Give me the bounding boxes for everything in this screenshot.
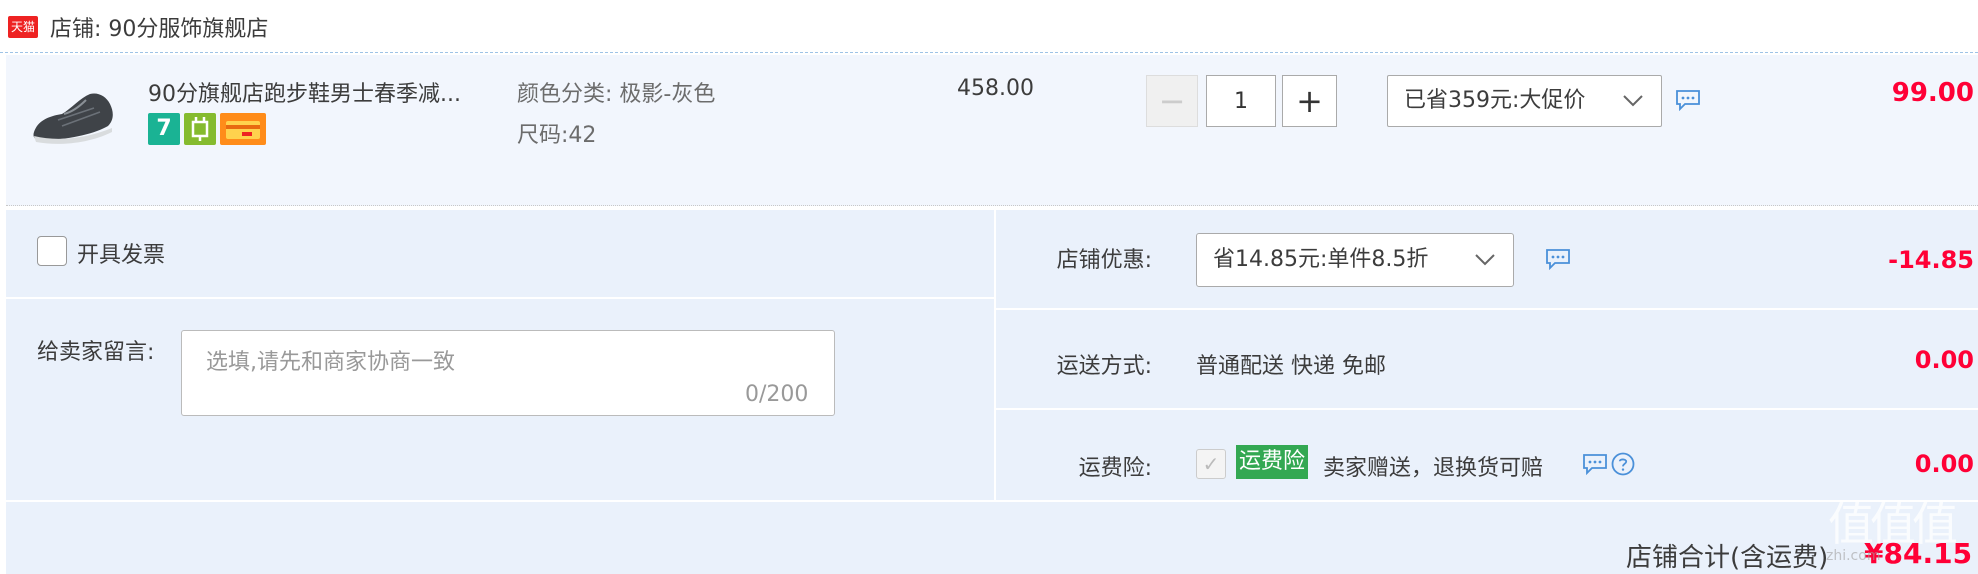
item-promotion-select[interactable]: 已省359元:大促价 (1387, 75, 1662, 127)
divider (6, 297, 994, 299)
color-label: 颜色分类: (517, 82, 613, 107)
color-value: 极影-灰色 (619, 82, 716, 107)
original-price: 458.00 (957, 76, 1034, 101)
quantity-input[interactable] (1206, 75, 1276, 127)
product-thumbnail[interactable] (28, 80, 120, 158)
shipping-label: 运送方式: (1056, 354, 1152, 379)
chat-icon[interactable] (1582, 453, 1608, 475)
shipping-amount: 0.00 (1914, 346, 1974, 374)
shop-discount-label: 店铺优惠: (1056, 248, 1152, 273)
shop-name-link[interactable]: 店铺: 90分服饰旗舰店 (50, 11, 268, 43)
shop-header (0, 0, 1978, 53)
service-badges: 7 (148, 113, 270, 145)
product-title-link[interactable]: 90分旗舰店跑步鞋男士春季减... (148, 76, 461, 108)
tmall-logo-icon: 天猫 (8, 16, 38, 38)
credit-card-icon[interactable] (220, 113, 266, 145)
message-char-counter: 0/200 (745, 382, 809, 407)
warranty-icon[interactable] (184, 113, 216, 145)
promotion-selected-value: 已省359元:大促价 (1404, 88, 1586, 113)
size-value: 42 (568, 123, 597, 148)
invoice-label[interactable]: 开具发票 (77, 237, 165, 269)
check-icon: ✓ (1202, 452, 1220, 476)
help-icon[interactable] (1611, 452, 1635, 476)
insurance-checkbox[interactable]: ✓ (1196, 449, 1226, 479)
divider (996, 408, 1978, 410)
quantity-increase-button[interactable]: + (1282, 75, 1337, 127)
message-placeholder: 选填,请先和商家协商一致 (206, 350, 455, 375)
chevron-down-icon (1621, 76, 1645, 144)
insurance-amount: 0.00 (1914, 450, 1974, 478)
shop-discount-select[interactable]: 省14.85元:单件8.5折 (1196, 233, 1514, 287)
item-final-price: 99.00 (1891, 78, 1974, 108)
watermark-logo: 值值值 (1828, 497, 1958, 551)
seven-day-return-icon[interactable]: 7 (148, 113, 180, 145)
insurance-label: 运费险: (1078, 456, 1152, 481)
insurance-description: 卖家赠送，退换货可赔 (1323, 456, 1544, 481)
message-label: 给卖家留言: (37, 340, 155, 365)
divider (996, 308, 1978, 310)
watermark-url: zhi.com (1826, 548, 1881, 564)
chat-icon[interactable] (1675, 89, 1701, 111)
size-label: 尺码: (517, 123, 569, 148)
shop-discount-value: 省14.85元:单件8.5折 (1213, 247, 1429, 272)
chevron-down-icon (1473, 234, 1497, 305)
chat-icon[interactable] (1545, 248, 1571, 270)
quantity-decrease-button[interactable]: − (1146, 75, 1198, 127)
shipping-method: 普通配送 快递 免邮 (1196, 354, 1386, 379)
color-attribute: 颜色分类: 极影-灰色 (517, 76, 715, 108)
shop-discount-amount: -14.85 (1888, 246, 1974, 274)
size-attribute: 尺码:42 (517, 117, 596, 149)
insurance-badge: 运费险 (1236, 445, 1309, 479)
invoice-checkbox[interactable] (37, 236, 67, 266)
shop-total-label: 店铺合计(含运费) (1626, 543, 1829, 573)
